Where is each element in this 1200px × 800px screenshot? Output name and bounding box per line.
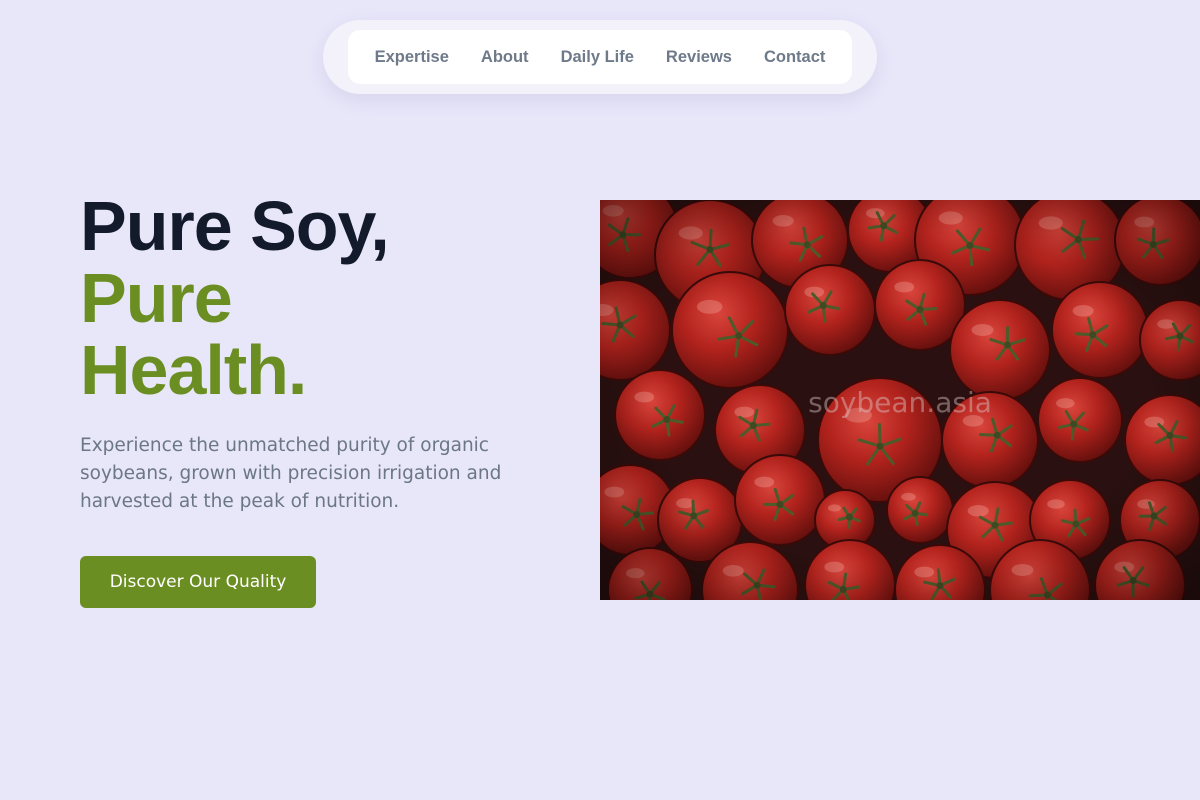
tomatoes-illustration <box>600 200 1200 600</box>
nav-link-daily-life[interactable]: Daily Life <box>561 48 634 67</box>
nav-link-about[interactable]: About <box>481 48 529 67</box>
hero-description: Experience the unmatched purity of organ… <box>80 435 502 512</box>
hero-title-line-1: Pure Soy, <box>80 187 390 265</box>
nav-link-reviews[interactable]: Reviews <box>666 48 732 67</box>
landing-page: Expertise About Daily Life Reviews Conta… <box>0 0 1200 800</box>
nav-link-contact[interactable]: Contact <box>764 48 825 67</box>
nav-link-expertise[interactable]: Expertise <box>375 48 449 67</box>
top-navigation: Expertise About Daily Life Reviews Conta… <box>323 20 877 94</box>
hero-image-tomatoes: soybean.asia <box>600 200 1200 600</box>
nav-menu: Expertise About Daily Life Reviews Conta… <box>348 30 852 84</box>
hero-title-line-2: Pure <box>80 259 233 337</box>
hero-title-line-3: Health. <box>80 331 307 409</box>
hero-title: Pure Soy, Pure Health. <box>80 187 390 409</box>
discover-quality-button[interactable]: Discover Our Quality <box>80 556 316 608</box>
